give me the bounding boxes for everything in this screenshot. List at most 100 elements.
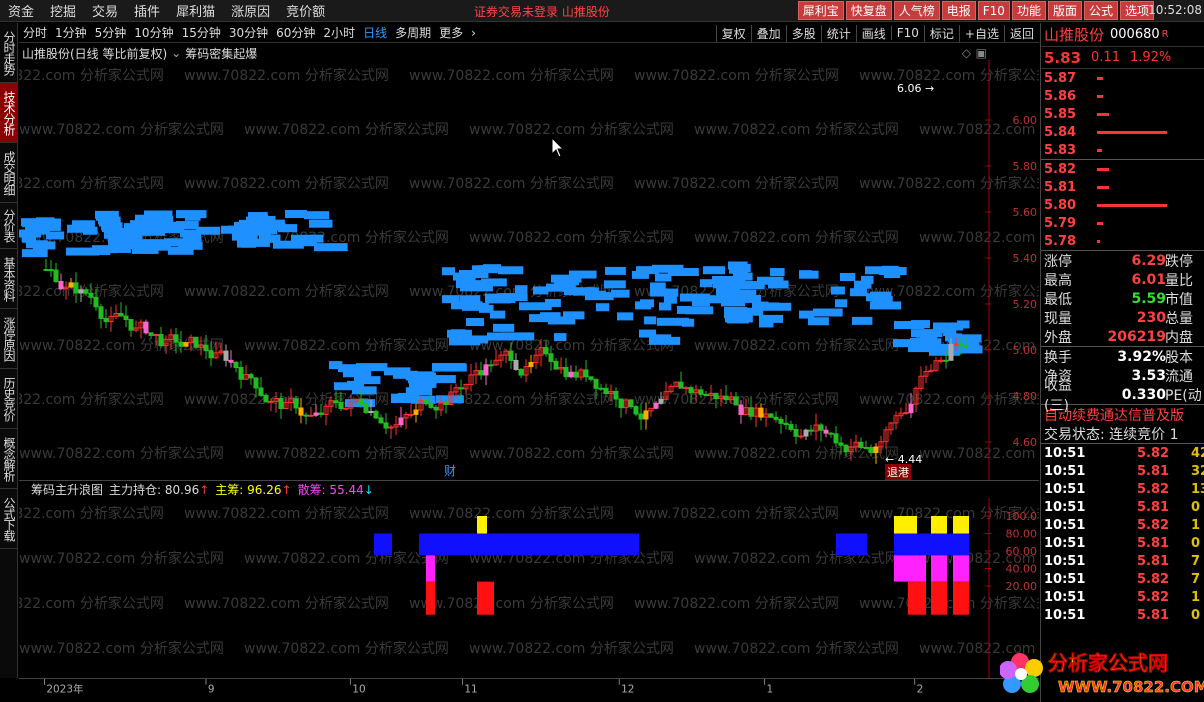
period-2h[interactable]: 2小时: [319, 24, 359, 41]
quote-row: 现量 230 总量: [1041, 308, 1204, 327]
period-multi[interactable]: 多周期: [391, 24, 435, 41]
chip-bar: [477, 282, 491, 291]
magenta-block: [894, 555, 926, 582]
menu-xilimao[interactable]: 犀利猫: [168, 1, 223, 20]
tool-f10[interactable]: F10: [890, 26, 924, 40]
gongneng-button[interactable]: 功能: [1011, 1, 1046, 20]
tab-gainian[interactable]: 概念解析: [0, 429, 18, 489]
period-fenshi[interactable]: 分时: [19, 24, 51, 41]
tool-tongji[interactable]: 统计: [820, 24, 856, 42]
dianbao-button[interactable]: 电报: [941, 1, 976, 20]
tick-volume: 42: [1191, 445, 1204, 461]
order-row[interactable]: 5.84: [1041, 123, 1204, 141]
order-row[interactable]: 5.82: [1041, 160, 1204, 178]
xilibao-button[interactable]: 犀利宝: [797, 1, 844, 20]
tab-lishi[interactable]: 历史竞价: [0, 369, 18, 429]
menu-jiaoyi[interactable]: 交易: [84, 1, 126, 20]
watermark-text: www.70822.com 分析家公式网: [694, 640, 899, 657]
chip-bar: [929, 346, 947, 355]
tick-time: 10:51: [1044, 517, 1086, 533]
candle-body: [413, 409, 419, 415]
menu-chajian[interactable]: 插件: [126, 1, 168, 20]
price-tick-label: 5.40: [1013, 252, 1038, 265]
indicator-name[interactable]: 筹码密集起爆: [185, 45, 257, 62]
period-15min[interactable]: 15分钟: [178, 24, 225, 41]
chip-bar: [639, 329, 657, 338]
period-1min[interactable]: 1分钟: [51, 24, 91, 41]
login-notice[interactable]: 证券交易未登录 山推股份: [474, 3, 610, 20]
watermark-text: www.70822.com 分析家公式网: [19, 121, 224, 138]
chip-bar: [83, 226, 98, 235]
period-10min[interactable]: 10分钟: [130, 24, 177, 41]
price-tick-label: 5.80: [1013, 160, 1038, 173]
tool-fuquan[interactable]: 复权: [715, 24, 751, 42]
tab-fenshi[interactable]: 分时走势: [0, 23, 18, 83]
indicator-chart[interactable]: www.70822.com 分析家公式网 www.70822.com 分析家公式网…: [19, 498, 1039, 678]
tool-huaxian[interactable]: 画线: [855, 24, 891, 42]
chip-bar: [879, 267, 907, 276]
maximize-icon[interactable]: ▣: [976, 46, 987, 60]
chip-bar: [43, 218, 61, 227]
menu-wajue[interactable]: 挖掘: [42, 1, 84, 20]
order-row[interactable]: 5.87: [1041, 69, 1204, 87]
candle-body: [478, 370, 484, 376]
f10-button[interactable]: F10: [977, 1, 1010, 20]
menu-jingjiae[interactable]: 竞价额: [278, 1, 333, 20]
order-row[interactable]: 5.86: [1041, 87, 1204, 105]
tool-fanhui[interactable]: 返回: [1003, 24, 1039, 42]
watermark-text: www.70822.com 分析家公式网: [19, 391, 164, 408]
period-more[interactable]: 更多: [435, 24, 467, 41]
gongshi-button[interactable]: 公式: [1083, 1, 1118, 20]
tab-zhangting[interactable]: 涨停原因: [0, 309, 18, 369]
order-row[interactable]: 5.83: [1041, 141, 1204, 159]
quote-value: 3.92%: [1117, 348, 1166, 365]
tick-time: 10:51: [1044, 463, 1086, 479]
chip-bar: [515, 285, 528, 294]
tick-price: 5.81: [1137, 607, 1170, 623]
candle-body: [153, 334, 159, 337]
candle-body: [443, 401, 449, 406]
chip-bar: [596, 303, 610, 312]
tick-price: 5.81: [1137, 499, 1170, 515]
candlestick-chart[interactable]: www.70822.com 分析家公式网 www.70822.com 分析家公式网…: [19, 60, 1039, 480]
menu-zijin[interactable]: 资金: [0, 1, 42, 20]
order-row[interactable]: 5.78: [1041, 232, 1204, 250]
tab-jishu[interactable]: 技术分析: [0, 83, 18, 143]
order-row[interactable]: 5.79: [1041, 214, 1204, 232]
period-30min[interactable]: 30分钟: [225, 24, 272, 41]
tool-biaoji[interactable]: 标记: [923, 24, 959, 42]
chart-tools: 复权 叠加 多股 统计 画线 F10 标记 +自选 返回: [715, 23, 1039, 43]
tab-jiben[interactable]: 基本资料: [0, 249, 18, 309]
period-daily[interactable]: 日线: [359, 24, 391, 41]
candle-body: [528, 361, 534, 368]
period-5min[interactable]: 5分钟: [91, 24, 131, 41]
kuaifupan-button[interactable]: 快复盘: [845, 1, 892, 20]
candle-body: [748, 407, 754, 417]
tab-chengjiao[interactable]: 成交明细: [0, 143, 18, 203]
candle-body: [733, 396, 739, 406]
tab-fenjia[interactable]: 分价表: [0, 203, 18, 249]
order-row[interactable]: 5.81: [1041, 178, 1204, 196]
order-row[interactable]: 5.85: [1041, 105, 1204, 123]
red-block: [477, 581, 494, 615]
tool-zixuan[interactable]: +自选: [958, 24, 1004, 42]
period-60min[interactable]: 60分钟: [272, 24, 319, 41]
diamond-icon[interactable]: ◇: [962, 46, 971, 60]
order-row[interactable]: 5.80: [1041, 196, 1204, 214]
candle-body: [118, 312, 124, 317]
clock: 10:52:08: [1148, 3, 1202, 17]
renqibang-button[interactable]: 人气榜: [893, 1, 940, 20]
tab-gongshi[interactable]: 公式下载: [0, 489, 18, 549]
menu-zhangyuanyin[interactable]: 涨原因: [223, 1, 278, 20]
chevron-right-icon[interactable]: ›: [467, 26, 480, 40]
candle-body: [428, 403, 434, 408]
watermark-text: www.70822.com 分析家公式网: [19, 640, 224, 657]
tool-diejia[interactable]: 叠加: [750, 24, 786, 42]
tool-duogu[interactable]: 多股: [785, 24, 821, 42]
chevron-down-icon[interactable]: ⌄: [171, 46, 181, 60]
price-change: 0.11: [1091, 50, 1120, 65]
candle-body: [488, 364, 494, 367]
candle-body: [293, 398, 299, 409]
banmian-button[interactable]: 版面: [1047, 1, 1082, 20]
chip-bar: [759, 319, 774, 328]
